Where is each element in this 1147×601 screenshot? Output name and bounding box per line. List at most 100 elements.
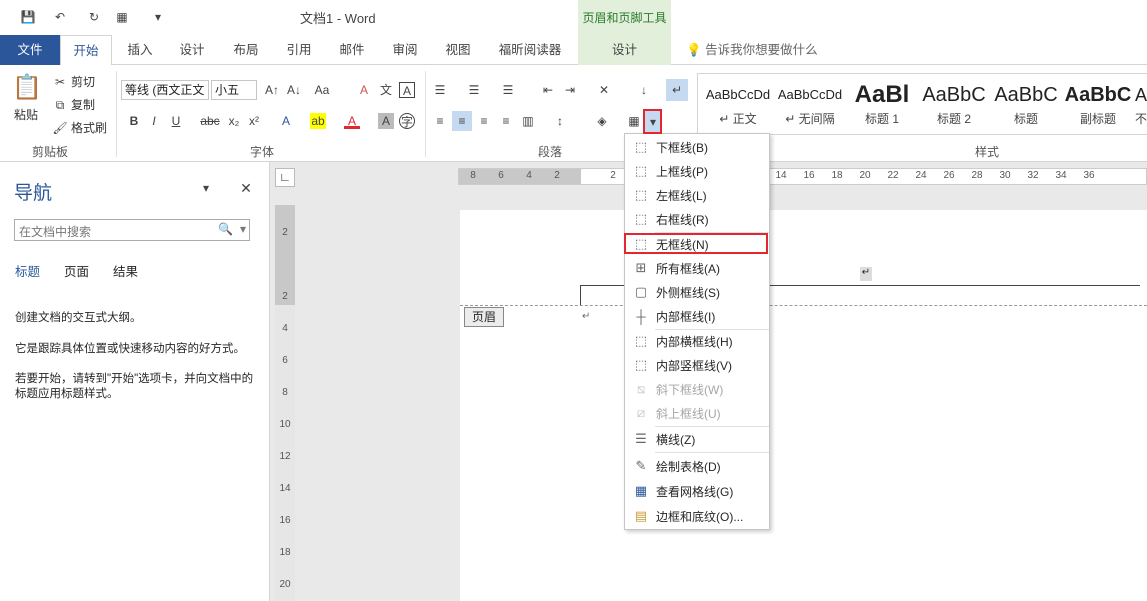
bold-button[interactable]: B	[126, 113, 142, 129]
close-icon[interactable]: ✕	[238, 180, 254, 196]
subscript-button[interactable]: x₂	[226, 113, 242, 129]
shrink-font-button[interactable]: A↓	[286, 82, 302, 98]
font-size-combo[interactable]: 小五	[211, 80, 257, 100]
menu-item-outside-borders[interactable]: ▢ 外侧框线(S)	[626, 280, 768, 304]
tab-references[interactable]: 引用	[277, 35, 321, 65]
search-icon[interactable]: 🔍	[218, 222, 233, 236]
menu-item-inside-vertical[interactable]: ⬚ 内部竖框线(V)	[626, 353, 768, 377]
underline-button[interactable]: U	[168, 113, 184, 129]
style-subtitle[interactable]: AaBbC 副标题	[1062, 80, 1134, 135]
menu-item-view-gridlines[interactable]: ▦ 查看网格线(G)	[626, 479, 768, 503]
undo-icon[interactable]: ↶	[52, 9, 68, 25]
sort-button[interactable]: ↓	[636, 82, 652, 98]
bullets-button[interactable]: ☰	[432, 82, 448, 98]
distributed-button[interactable]: ▥	[520, 113, 536, 129]
document-page[interactable]: ↵ ↵	[460, 210, 1147, 601]
menu-item-top-border[interactable]: ⬚ 上框线(P)	[626, 159, 768, 183]
tab-design[interactable]: 设计	[170, 35, 214, 65]
clear-formatting-button[interactable]: A	[356, 82, 372, 98]
nav-options-icon[interactable]: ▾	[198, 180, 214, 196]
paste-button[interactable]: 📋 粘贴	[10, 73, 42, 123]
menu-item-right-border[interactable]: ⬚ 右框线(R)	[626, 207, 768, 231]
style-heading-1[interactable]: AaBl 标题 1	[846, 80, 918, 135]
phonetic-icon: 文	[379, 83, 392, 97]
increase-indent-icon: ⇥	[564, 83, 576, 97]
multilevel-list-button[interactable]: ☰	[500, 82, 516, 98]
font-name-combo[interactable]: 等线 (西文正文	[121, 80, 209, 100]
style-no-spacing[interactable]: AaBbCcDd ↵ 无间隔	[774, 80, 846, 135]
menu-item-left-border[interactable]: ⬚ 左框线(L)	[626, 183, 768, 207]
font-color-button[interactable]: A	[344, 113, 360, 129]
vertical-ruler[interactable]: 2 2 4 6 8 10 12 14 16 18 20	[275, 205, 295, 601]
italic-button[interactable]: I	[146, 113, 162, 129]
style-heading-2[interactable]: AaBbC 标题 2	[918, 80, 990, 135]
tab-view[interactable]: 视图	[436, 35, 480, 65]
italic-icon: I	[152, 114, 156, 128]
enclose-char-button[interactable]: 字	[399, 113, 415, 129]
menu-item-borders-shading[interactable]: ▤ 边框和底纹(O)...	[626, 504, 768, 528]
ruler-tick: 10	[279, 419, 291, 430]
highlighter-icon: ab	[310, 113, 326, 129]
tell-me-box[interactable]: 💡 告诉我你想要做什么	[686, 35, 826, 65]
tab-header-footer-design[interactable]: 设计	[578, 35, 671, 65]
increase-indent-button[interactable]: ⇥	[562, 82, 578, 98]
align-center-button[interactable]: ≡	[452, 111, 472, 131]
align-right-button[interactable]: ≡	[476, 113, 492, 129]
nav-search-input[interactable]: 在文档中搜索 🔍 ▾	[14, 219, 250, 241]
tab-layout[interactable]: 布局	[224, 35, 268, 65]
nav-tab-headings[interactable]: 标题	[15, 261, 40, 280]
numbering-button[interactable]: ☰	[466, 82, 482, 98]
table-icon[interactable]: ▦	[114, 9, 130, 25]
menu-item-all-borders[interactable]: ⊞ 所有框线(A)	[626, 256, 768, 280]
line-spacing-button[interactable]: ↕	[552, 113, 568, 129]
style-title[interactable]: AaBbC 标题	[990, 80, 1062, 135]
copy-button[interactable]: ⧉ 复制	[52, 96, 95, 113]
nav-tab-results[interactable]: 结果	[113, 261, 138, 280]
char-border-button[interactable]: A	[399, 82, 415, 98]
ruler-tick: 18	[279, 547, 291, 558]
style-normal[interactable]: AaBbCcDd ↵ 正文	[702, 80, 774, 135]
search-dropdown-icon[interactable]: ▾	[240, 222, 246, 236]
align-left-button[interactable]: ≡	[432, 113, 448, 129]
style-sample: A	[1134, 85, 1147, 105]
change-case-button[interactable]: Aa	[314, 82, 330, 98]
cut-button[interactable]: ✂ 剪切	[52, 73, 95, 90]
tab-insert[interactable]: 插入	[118, 35, 162, 65]
tab-foxit-reader[interactable]: 福昕阅读器	[492, 35, 568, 65]
menu-item-draw-table[interactable]: ✎ 绘制表格(D)	[626, 454, 768, 478]
menu-item-label: 边框和底纹(O)...	[656, 509, 744, 524]
style-more[interactable]: A不	[1134, 80, 1147, 135]
menu-item-inside-horizontal[interactable]: ⬚ 内部横框线(H)	[626, 329, 768, 353]
borders-button[interactable]: ▦	[626, 113, 642, 129]
header-tag: 页眉	[464, 307, 504, 327]
phonetic-guide-button[interactable]: 文	[378, 82, 394, 98]
show-marks-button[interactable]: ↵	[666, 79, 688, 101]
menu-item-bottom-border[interactable]: ⬚ 下框线(B)	[626, 135, 768, 159]
text-effects-button[interactable]: A	[278, 113, 294, 129]
nav-tab-pages[interactable]: 页面	[64, 261, 89, 280]
superscript-button[interactable]: x²	[246, 113, 262, 129]
redo-icon[interactable]: ↻	[86, 9, 102, 25]
customize-qat-icon[interactable]: ▾	[150, 9, 166, 25]
tab-home[interactable]: 开始	[60, 35, 112, 66]
chinese-layout-button[interactable]: ✕	[596, 82, 612, 98]
style-name: 标题	[1013, 112, 1038, 126]
styles-gallery: AaBbCcDd ↵ 正文 AaBbCcDd ↵ 无间隔 AaBl 标题 1 AaBb…	[697, 73, 1147, 135]
tab-mailings[interactable]: 邮件	[330, 35, 374, 65]
grow-font-button[interactable]: A↑	[264, 82, 280, 98]
justify-button[interactable]: ≡	[498, 113, 514, 129]
strikethrough-button[interactable]: abc	[200, 113, 220, 129]
ruler-tick: 14	[775, 170, 787, 181]
tab-file[interactable]: 文件	[0, 35, 60, 65]
highlight-button[interactable]: ab	[310, 113, 326, 129]
tab-selector[interactable]: ∟	[275, 168, 295, 187]
menu-item-horizontal-line[interactable]: ☰ 横线(Z)	[626, 427, 768, 451]
horizontal-ruler[interactable]: 8 6 4 2 2 14 16 18 20 22 24 26 28 30 32 …	[458, 168, 1147, 185]
format-painter-button[interactable]: 🖌 格式刷	[52, 119, 107, 136]
char-shading-button[interactable]: A	[378, 113, 394, 129]
decrease-indent-button[interactable]: ⇤	[540, 82, 556, 98]
menu-item-inside-borders[interactable]: ┼ 内部框线(I)	[626, 304, 768, 328]
save-icon[interactable]: 💾	[20, 9, 36, 25]
shading-button[interactable]: ◈	[594, 113, 610, 129]
tab-review[interactable]: 审阅	[383, 35, 427, 65]
